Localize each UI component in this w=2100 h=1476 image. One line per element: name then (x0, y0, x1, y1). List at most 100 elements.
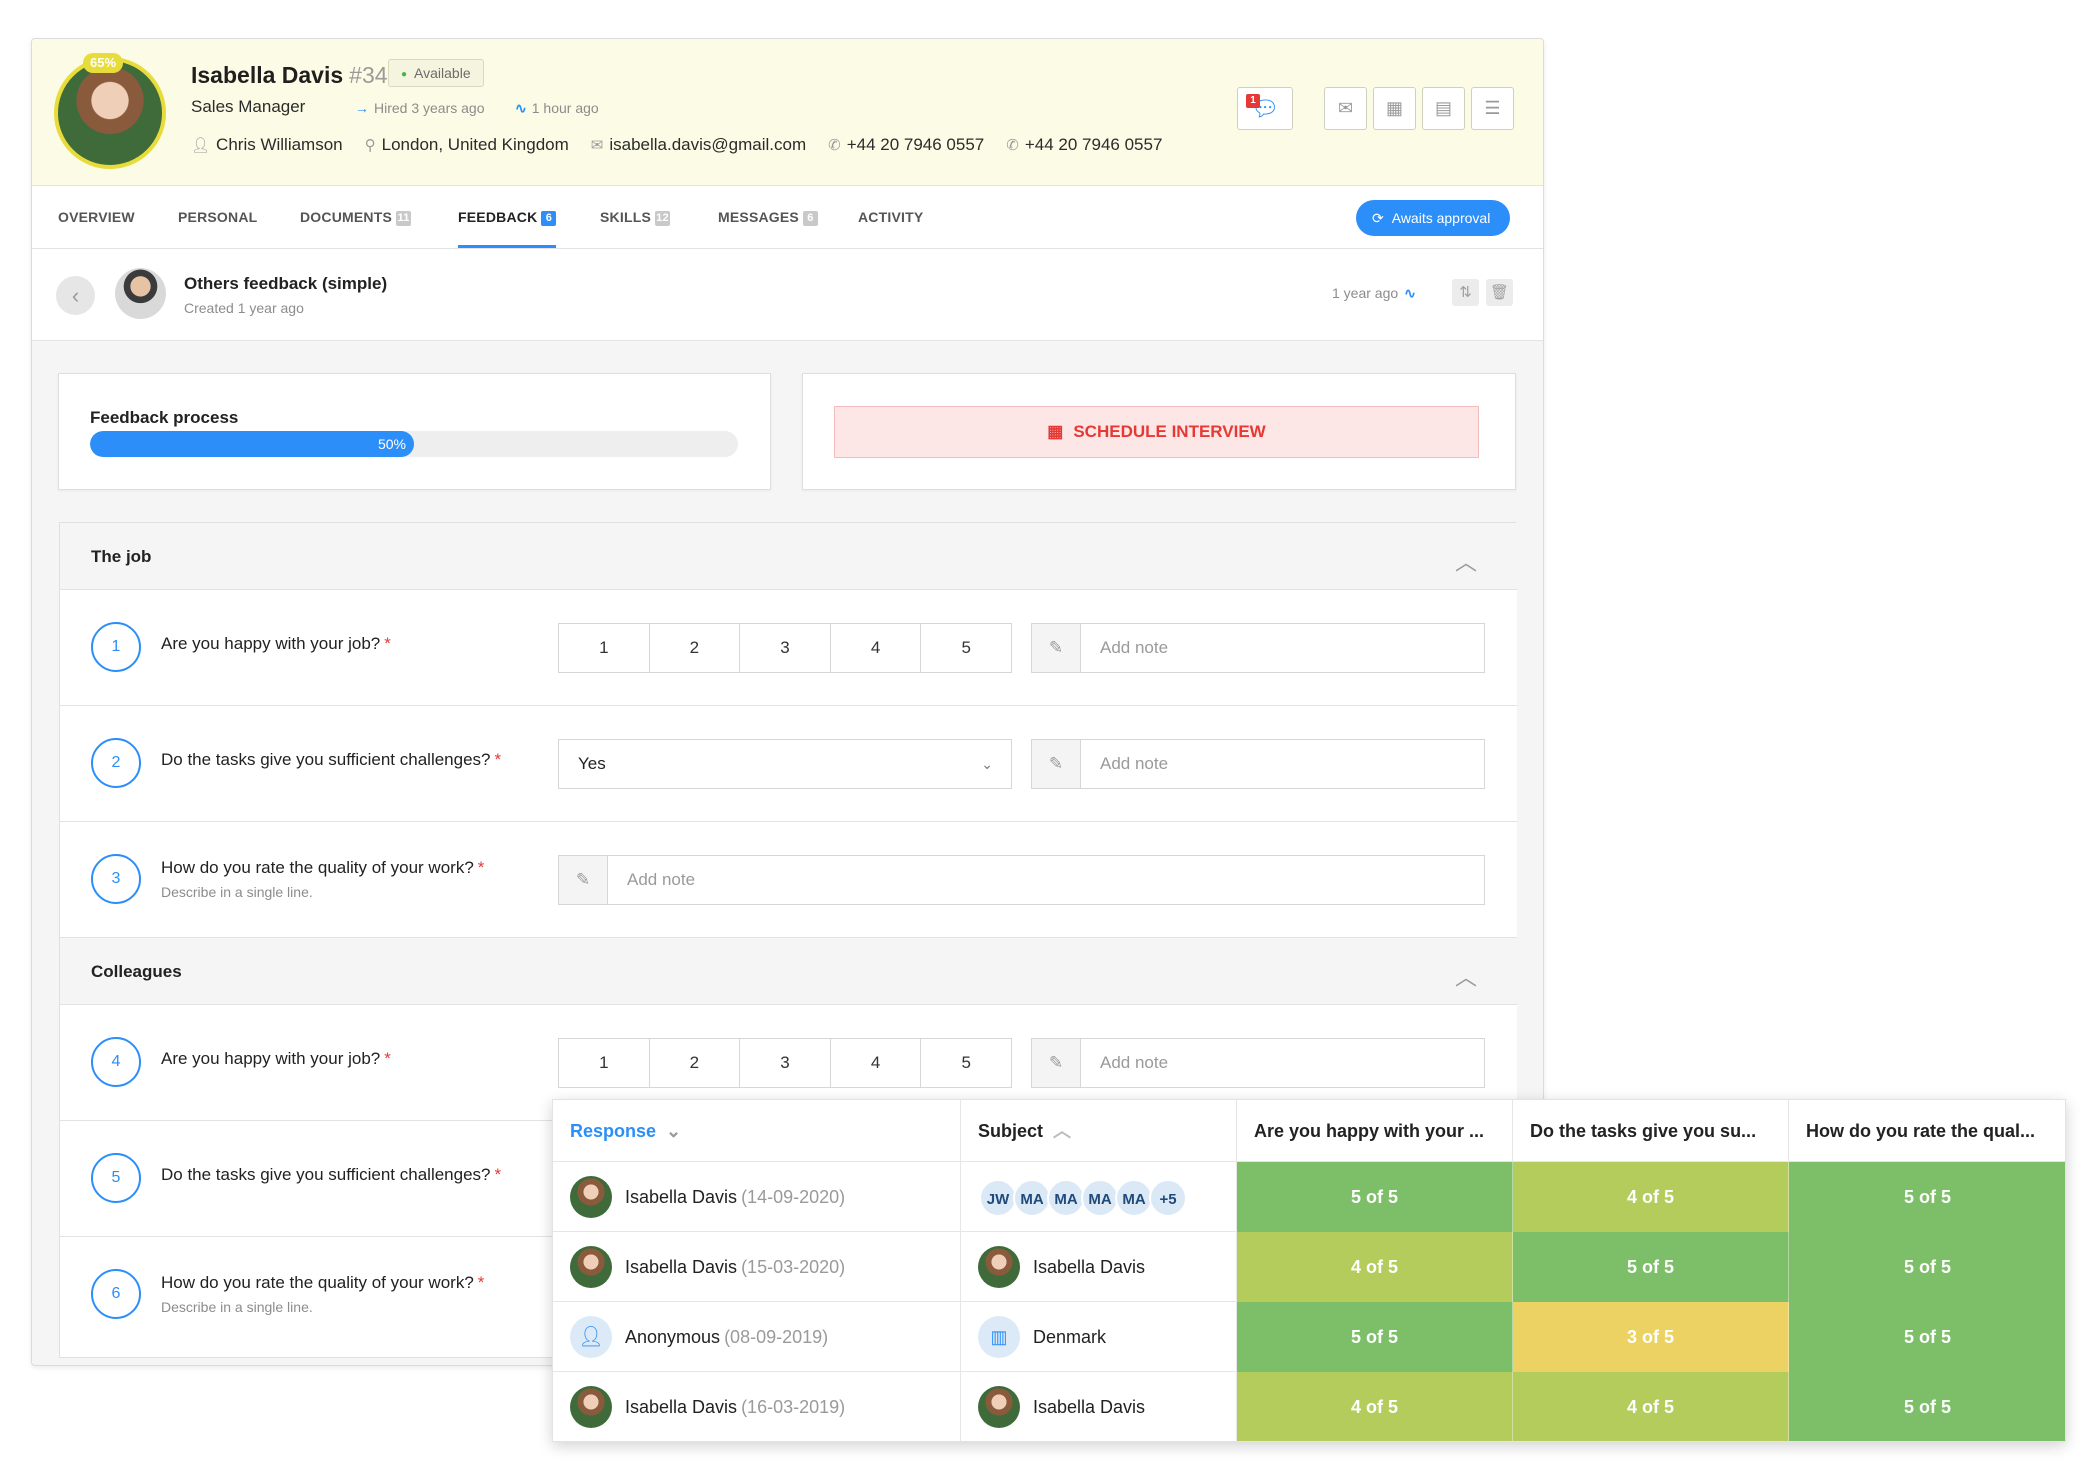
question-text: Do the tasks give you sufficient challen… (161, 1165, 502, 1184)
score-cell: 3 of 5 (1513, 1302, 1789, 1372)
tab-count: 11 (396, 211, 412, 226)
table-row[interactable]: Isabella Davis (14-09-2020) JW MA MA MA M… (553, 1162, 2065, 1232)
manager[interactable]: 👤︎ Chris Williamson (191, 135, 343, 155)
candidate-name: Isabella Davis #34 (191, 62, 388, 88)
score-cell: 5 of 5 (1237, 1302, 1513, 1372)
response-date: (15-03-2020) (741, 1257, 846, 1277)
section-title: Colleagues (91, 962, 182, 981)
tab-skills[interactable]: SKILLS 12 (600, 186, 670, 248)
tab-count: 6 (541, 211, 557, 226)
subject-more-chip[interactable]: +5 (1149, 1179, 1187, 1217)
rating-option[interactable]: 5 (921, 1039, 1011, 1087)
column-header-response[interactable]: Response ⌄ (553, 1100, 961, 1162)
score-cell: 4 of 5 (1237, 1372, 1513, 1441)
feedback-header: ‹ Others feedback (simple) Created 1 yea… (32, 249, 1543, 341)
user-icon: 👤︎ (191, 137, 211, 154)
subject-chip[interactable]: MA (1115, 1179, 1153, 1217)
tab-documents[interactable]: DOCUMENTS 11 (300, 186, 412, 248)
chevron-left-icon: ‹ (71, 283, 80, 308)
question-number: 4 (91, 1037, 141, 1087)
subject-chip[interactable]: MA (1081, 1179, 1119, 1217)
column-header-q1[interactable]: Are you happy with your ... (1237, 1100, 1513, 1162)
rating-option[interactable]: 2 (650, 1039, 741, 1087)
delete-button[interactable]: 🗑︎ (1486, 279, 1513, 306)
schedule-interview-button[interactable]: ▦ SCHEDULE INTERVIEW (834, 406, 1479, 458)
refresh-icon: ⟳ (1372, 210, 1384, 226)
subject-chip[interactable]: JW (979, 1179, 1017, 1217)
mail-icon: ✉ (1337, 98, 1354, 118)
question-number: 5 (91, 1153, 141, 1203)
phone[interactable]: ✆ +44 20 7946 0557 (828, 135, 984, 155)
document-button[interactable]: ▤ (1422, 87, 1465, 130)
column-header-q3[interactable]: How do you rate the qual... (1789, 1100, 2065, 1162)
question-text: Do the tasks give you sufficient challen… (161, 750, 502, 769)
menu-button[interactable]: ☰ (1471, 87, 1514, 130)
tab-activity[interactable]: ACTIVITY (858, 186, 923, 248)
avatar[interactable] (54, 57, 166, 169)
subject-cell: JW MA MA MA MA +5 (961, 1162, 1237, 1232)
back-button[interactable]: ‹ (56, 276, 95, 315)
rating-option[interactable]: 1 (559, 624, 650, 672)
chevron-up-icon[interactable]: ︿ (1455, 960, 1477, 992)
hired-info: → Hired 3 years ago (355, 100, 485, 116)
rating-option[interactable]: 5 (921, 624, 1011, 672)
response-cell: 👤︎ Anonymous (08-09-2019) (553, 1302, 961, 1372)
responses-table: Response ⌄ Subject ︿ Are you happy with yo… (552, 1099, 2066, 1442)
question-hint: Describe in a single line. (161, 884, 313, 900)
tab-personal[interactable]: PERSONAL (178, 186, 257, 248)
document-icon: ▤ (1434, 98, 1452, 118)
rating-option[interactable]: 2 (650, 624, 741, 672)
arrow-right-icon: → (355, 100, 369, 116)
subject-chip[interactable]: MA (1047, 1179, 1085, 1217)
question-text: How do you rate the quality of your work… (161, 858, 485, 877)
tab-bar: OVERVIEW PERSONAL DOCUMENTS 11 FEEDBACK 6 … (32, 186, 1543, 249)
required-marker: * (494, 1165, 502, 1184)
tab-overview[interactable]: OVERVIEW (58, 186, 135, 248)
required-marker: * (477, 858, 485, 877)
table-row[interactable]: Isabella Davis (15-03-2020) Isabella Davi… (553, 1232, 2065, 1302)
rating-option[interactable]: 1 (559, 1039, 650, 1087)
sort-button[interactable]: ⇅ (1452, 279, 1479, 306)
phone-alt[interactable]: ✆ +44 20 7946 0557 (1006, 135, 1162, 155)
table-row[interactable]: Isabella Davis (16-03-2019) Isabella Davi… (553, 1372, 2065, 1441)
tab-messages[interactable]: MESSAGES 6 (718, 186, 818, 248)
score-cell: 5 of 5 (1237, 1162, 1513, 1232)
column-header-q2[interactable]: Do the tasks give you su... (1513, 1100, 1789, 1162)
status-badge[interactable]: Available (388, 59, 484, 87)
tab-feedback[interactable]: FEEDBACK 6 (458, 186, 557, 248)
email-button[interactable]: ✉ (1324, 87, 1367, 130)
question-hint: Describe in a single line. (161, 1299, 313, 1315)
note-input[interactable]: ✎ Add note (558, 855, 1485, 905)
activity-info: ∿ 1 hour ago (515, 100, 599, 116)
candidate-id: #34 (349, 62, 388, 88)
subject-cell: ▥ Denmark (961, 1302, 1237, 1372)
location-pin-icon: ⚲ (364, 137, 376, 154)
calendar-button[interactable]: ▦ (1373, 87, 1416, 130)
section-header[interactable]: The job ︿ (60, 523, 1517, 590)
subject-cell: Isabella Davis (961, 1232, 1237, 1302)
rating-option[interactable]: 4 (831, 624, 922, 672)
anonymous-user-icon: 👤︎ (570, 1316, 612, 1358)
chat-button[interactable]: 💬︎ 1 (1237, 87, 1293, 130)
section-header[interactable]: Colleagues ︿ (60, 938, 1517, 1005)
column-header-subject[interactable]: Subject ︿ (961, 1100, 1237, 1162)
note-placeholder: Add note (627, 870, 696, 889)
chevron-up-icon[interactable]: ︿ (1455, 545, 1477, 577)
email[interactable]: ✉ isabella.davis@gmail.com (591, 135, 806, 155)
note-input[interactable]: ✎ Add note (1031, 739, 1485, 789)
calendar-icon: ▦ (1047, 422, 1064, 441)
response-cell: Isabella Davis (15-03-2020) (553, 1232, 961, 1302)
answer-select[interactable]: Yes ⌄ (558, 739, 1012, 789)
question-number: 6 (91, 1269, 141, 1319)
feedback-created: Created 1 year ago (184, 300, 304, 316)
subject-chip[interactable]: MA (1013, 1179, 1051, 1217)
rating-option[interactable]: 3 (740, 624, 831, 672)
awaits-approval-button[interactable]: ⟳ Awaits approval (1356, 200, 1511, 236)
table-row[interactable]: 👤︎ Anonymous (08-09-2019) ▥ Denmark 5 of 5 … (553, 1302, 2065, 1372)
phone-icon: ✆ (1006, 137, 1019, 154)
pencil-icon: ✎ (1032, 740, 1081, 788)
note-input[interactable]: ✎ Add note (1031, 623, 1485, 673)
rating-option[interactable]: 4 (831, 1039, 922, 1087)
note-input[interactable]: ✎ Add note (1031, 1038, 1485, 1088)
rating-option[interactable]: 3 (740, 1039, 831, 1087)
